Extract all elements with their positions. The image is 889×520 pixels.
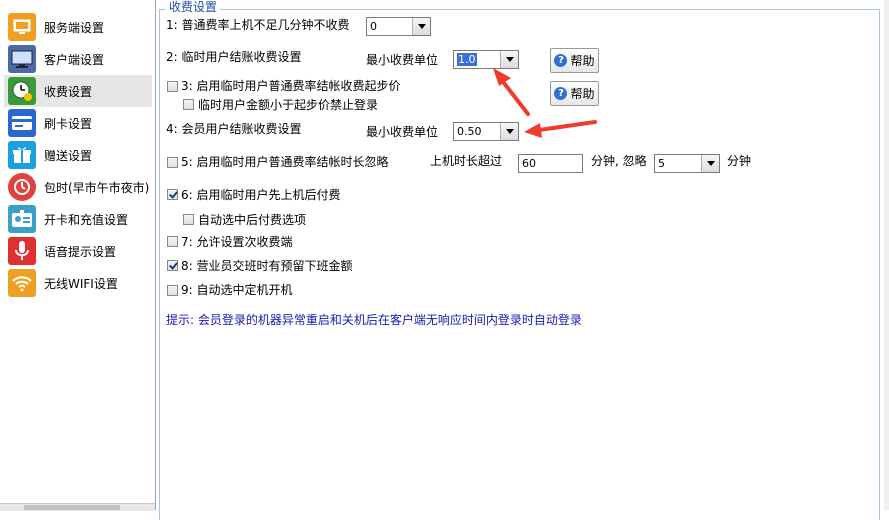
chevron-down-icon[interactable] (500, 51, 518, 68)
scrollbar-thumb[interactable] (24, 505, 120, 510)
sidebar-item-gift[interactable]: 赠送设置 (4, 139, 152, 171)
help-button[interactable]: ? 帮助 (550, 81, 599, 106)
microphone-icon (8, 237, 36, 265)
row3sub-checkbox[interactable] (183, 99, 194, 110)
row3-label: 3: 启用临时用户普通费率结帐收费起步价 (181, 79, 401, 93)
row1-label: 1: 普通费率上机不足几分钟不收费 (166, 18, 350, 32)
help-button-label: 帮助 (570, 54, 595, 68)
member-min-unit-value: 0.50 (457, 125, 482, 138)
free-minutes-value: 0 (370, 20, 377, 33)
row9-checkbox[interactable] (167, 285, 178, 296)
sidebar-item-label: 刷卡设置 (44, 116, 93, 131)
ignore-minutes-select[interactable]: 5 (654, 154, 720, 173)
row4-unit-label: 最小收费单位 (366, 125, 439, 139)
chevron-down-icon[interactable] (500, 123, 518, 140)
row5-label: 5: 启用临时用户普通费率结帐时长忽略 (181, 155, 389, 169)
sidebar-item-billing[interactable]: 收费设置 (4, 75, 152, 107)
sidebar-item-label: 开卡和充值设置 (44, 212, 129, 227)
chevron-down-icon[interactable] (412, 18, 430, 35)
duration-threshold-input[interactable]: 60 (518, 154, 583, 173)
row2-label: 2: 临时用户结账收费设置 (166, 50, 302, 64)
row6-label: 6: 启用临时用户先上机后付费 (181, 188, 341, 202)
row7-label: 7: 允许设置次收费端 (181, 235, 293, 249)
chevron-down-icon[interactable] (701, 155, 719, 172)
sidebar-item-card[interactable]: 刷卡设置 (4, 107, 152, 139)
sidebar-item-label: 赠送设置 (44, 148, 93, 163)
help-icon: ? (554, 54, 568, 67)
temp-user-min-unit-select[interactable]: 1.0 (453, 50, 519, 69)
vertical-scrollbar[interactable] (884, 0, 889, 510)
row5-checkbox[interactable] (167, 157, 178, 168)
sidebar: 服务端设置 客户端设置 收费设置 刷卡设置 赠送设置 包时(早市午市夜市) 开卡… (0, 0, 156, 511)
card-icon (8, 109, 36, 137)
sidebar-item-label: 包时(早市午市夜市) (44, 180, 150, 195)
row8-checkbox[interactable] (167, 260, 178, 271)
gift-icon (8, 141, 36, 169)
sidebar-item-wifi[interactable]: 无线WIFI设置 (4, 267, 152, 299)
help-button[interactable]: ? 帮助 (550, 48, 599, 73)
sidebar-item-package-time[interactable]: 包时(早市午市夜市) (4, 171, 152, 203)
clock-coin-icon (8, 77, 36, 105)
row5-post-label: 分钟 (727, 154, 752, 168)
temp-user-min-unit-value: 1.0 (457, 53, 477, 66)
sidebar-item-label: 收费设置 (44, 84, 93, 99)
sidebar-item-label: 服务端设置 (44, 20, 105, 35)
row2-unit-label: 最小收费单位 (366, 53, 439, 67)
monitor-icon (8, 45, 36, 73)
sidebar-item-label: 无线WIFI设置 (44, 276, 118, 291)
sidebar-item-label: 客户端设置 (44, 52, 105, 67)
member-min-unit-select[interactable]: 0.50 (453, 122, 519, 141)
row6sub-label: 自动选中后付费选项 (198, 213, 307, 227)
row6-checkbox[interactable] (167, 189, 178, 200)
sidebar-item-client[interactable]: 客户端设置 (4, 43, 152, 75)
row5-pre-label: 上机时长超过 (430, 154, 503, 168)
server-monitor-icon (8, 13, 36, 41)
row9-label: 9: 自动选中定机开机 (181, 283, 293, 297)
row3-checkbox[interactable] (167, 81, 178, 92)
row7-checkbox[interactable] (167, 236, 178, 247)
row4-label: 4: 会员用户结账收费设置 (166, 122, 302, 136)
help-icon: ? (554, 87, 568, 100)
ignore-minutes-value: 5 (658, 157, 665, 170)
id-card-icon (8, 205, 36, 233)
group-title: 收费设置 (166, 1, 221, 14)
free-minutes-select[interactable]: 0 (366, 17, 431, 36)
row5-mid-label: 分钟, 忽略 (591, 154, 647, 168)
sidebar-item-open-card[interactable]: 开卡和充值设置 (4, 203, 152, 235)
row6sub-checkbox[interactable] (183, 214, 194, 225)
row3sub-label: 临时用户金额小于起步价禁止登录 (198, 98, 379, 112)
wifi-icon (8, 269, 36, 297)
timer-icon (8, 173, 36, 201)
sidebar-item-label: 语音提示设置 (44, 244, 117, 259)
sidebar-item-voice[interactable]: 语音提示设置 (4, 235, 152, 267)
hint-text: 提示: 会员登录的机器异常重启和关机后在客户端无响应时间内登录时自动登录 (166, 313, 582, 327)
sidebar-item-server[interactable]: 服务端设置 (4, 11, 152, 43)
row8-label: 8: 营业员交班时有预留下班金额 (181, 259, 353, 273)
help-button-label: 帮助 (570, 87, 595, 101)
